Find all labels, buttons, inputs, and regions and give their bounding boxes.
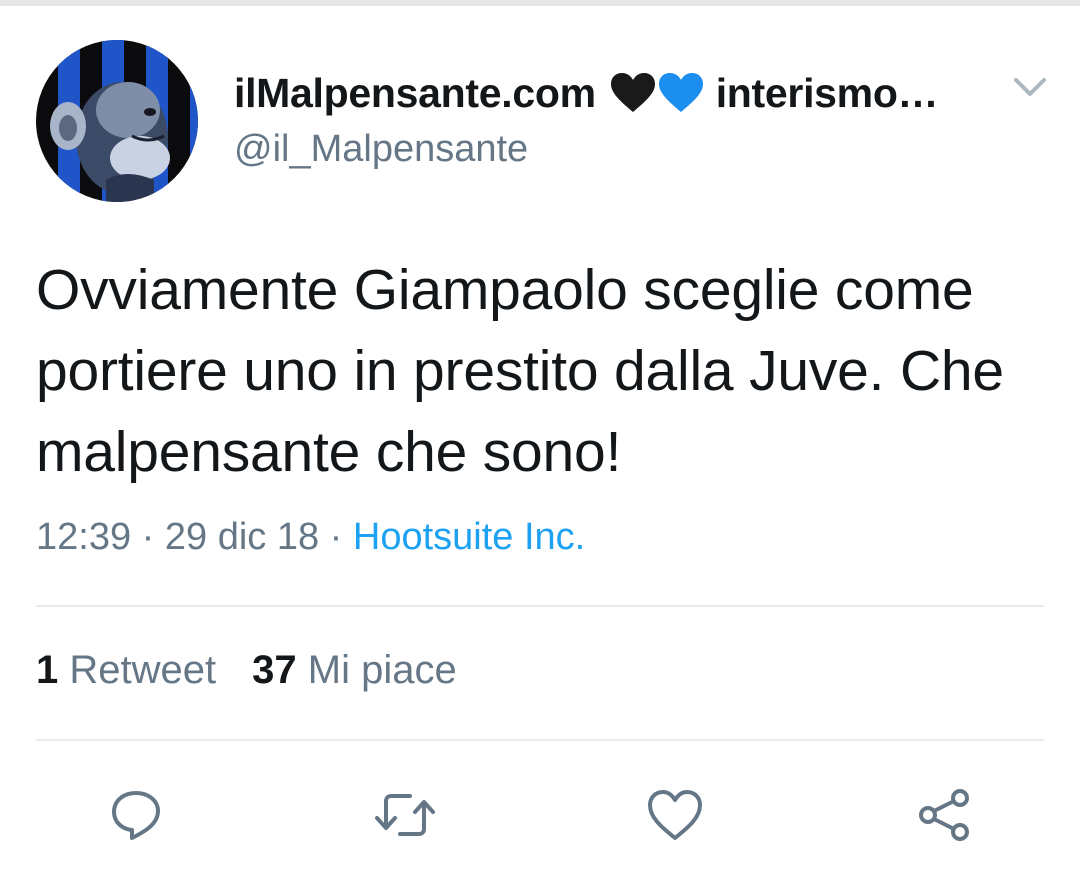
divider: [36, 605, 1044, 607]
retweet-label: Retweet: [69, 648, 217, 692]
author-name-row[interactable]: ilMalpensante.com interismo…: [234, 64, 994, 122]
retweet-button[interactable]: [370, 780, 440, 850]
retweet-stat[interactable]: 1 Retweet: [36, 648, 216, 692]
retweet-count: 1: [36, 648, 59, 692]
avatar[interactable]: [36, 40, 198, 202]
divider: [36, 739, 1044, 741]
tweet-stats: 1 Retweet 37 Mi piace: [36, 648, 457, 693]
black-heart-icon: [610, 73, 655, 112]
avatar-image: [36, 40, 198, 202]
display-name[interactable]: ilMalpensante.com: [234, 70, 596, 117]
reply-button[interactable]: [101, 780, 171, 850]
tweet-date: 29 dic 18: [164, 516, 320, 558]
tweet-meta: 12:39 · 29 dic 18 · Hootsuite Inc.: [36, 516, 585, 559]
heart-emojis: [610, 73, 704, 113]
like-label: Mi piace: [307, 648, 457, 692]
tweet-actions: [0, 780, 1080, 850]
tweet-text: Ovviamente Giampaolo sceglie come portie…: [36, 258, 1004, 484]
share-icon: [919, 789, 969, 841]
tweet-card: ilMalpensante.com interismo… @il_Malpens…: [0, 0, 1080, 876]
like-button[interactable]: [640, 780, 710, 850]
blue-heart-icon: [658, 73, 703, 112]
display-name-suffix[interactable]: interismo…: [716, 70, 939, 117]
chevron-down-icon: [1014, 78, 1046, 96]
user-handle[interactable]: @il_Malpensante: [234, 128, 528, 171]
tweet-menu-button[interactable]: [1012, 72, 1048, 102]
share-button[interactable]: [909, 780, 979, 850]
like-icon: [648, 790, 702, 840]
like-stat[interactable]: 37 Mi piace: [252, 648, 457, 692]
tweet-source-link[interactable]: Hootsuite Inc.: [353, 516, 585, 558]
meta-separator: ·: [141, 516, 155, 558]
tweet-time: 12:39: [36, 516, 132, 558]
meta-separator: ·: [329, 516, 343, 558]
reply-icon: [112, 791, 160, 840]
retweet-icon: [375, 794, 435, 836]
like-count: 37: [252, 648, 297, 692]
